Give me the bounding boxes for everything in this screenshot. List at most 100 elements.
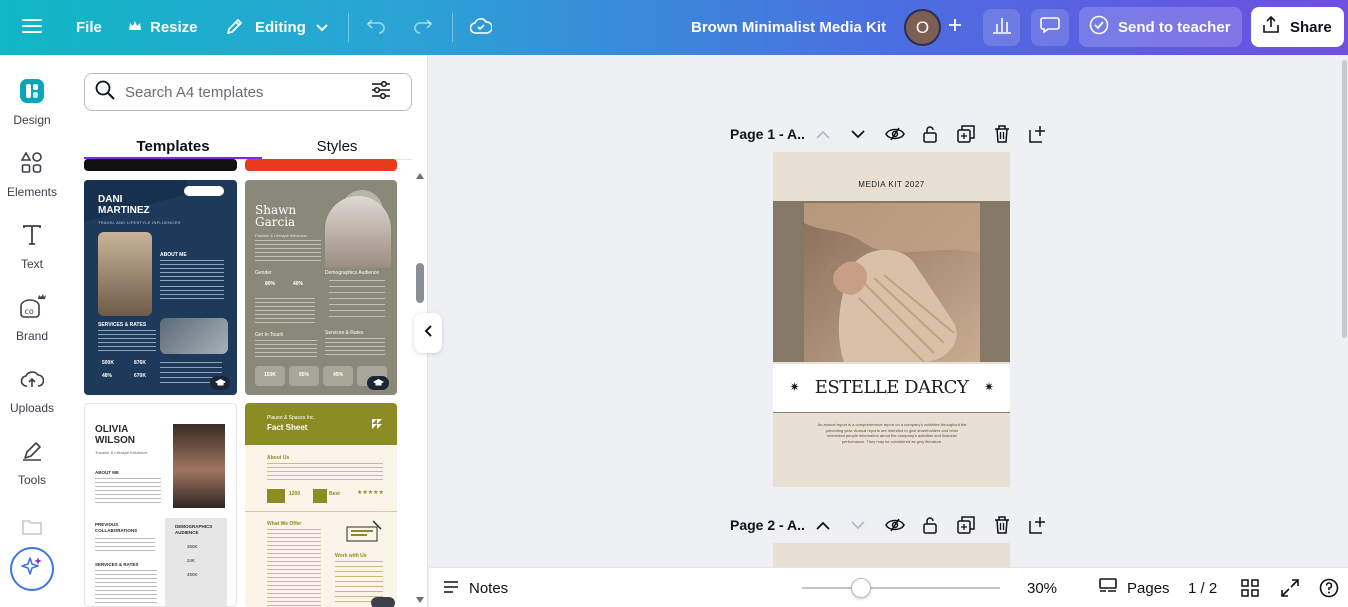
menu-button[interactable] bbox=[22, 0, 42, 55]
undo-icon bbox=[366, 18, 386, 38]
design-icon bbox=[12, 71, 52, 111]
notes-label: Notes bbox=[469, 579, 509, 597]
filter-icon[interactable] bbox=[371, 80, 391, 104]
search-box[interactable] bbox=[84, 73, 412, 111]
fullscreen-icon[interactable] bbox=[1281, 579, 1299, 601]
template-thumbnail[interactable]: Plaueo & Spaces Inc. Fact Sheet About Us… bbox=[245, 403, 397, 607]
template-name: OLIVIA WILSON bbox=[95, 424, 135, 446]
page-header-text[interactable]: MEDIA KIT 2027 bbox=[773, 180, 1010, 189]
lock-icon[interactable] bbox=[918, 122, 942, 146]
stat-value: 80% bbox=[265, 281, 276, 287]
template-subtitle: Fashion & Lifestyle Influencer bbox=[255, 233, 308, 238]
page-2-header[interactable]: Page 2 - A.. bbox=[730, 513, 805, 537]
panel-scroll-thumb[interactable] bbox=[416, 263, 424, 303]
template-thumbnail[interactable]: OLIVIA WILSON Traveler & Lifestyle Influ… bbox=[84, 403, 237, 607]
duplicate-icon[interactable] bbox=[954, 122, 978, 146]
save-status-button[interactable] bbox=[469, 0, 493, 55]
rail-item-label: Uploads bbox=[9, 401, 55, 415]
page-title[interactable]: Page 2 - A.. bbox=[730, 517, 805, 533]
template-name: Shawn Garcia bbox=[255, 203, 297, 229]
pages-button[interactable]: Pages bbox=[1099, 568, 1170, 607]
template-section: PREVIOUS COLLABORATIONS bbox=[95, 522, 138, 533]
page-title[interactable]: Page 1 - A.. bbox=[730, 126, 805, 142]
hide-eye-icon[interactable] bbox=[883, 513, 907, 537]
trash-icon[interactable] bbox=[990, 513, 1014, 537]
chevron-down-icon[interactable] bbox=[846, 513, 870, 537]
undo-button[interactable] bbox=[366, 0, 386, 55]
folder-icon bbox=[12, 507, 52, 547]
page-2-canvas[interactable] bbox=[773, 543, 1010, 567]
template-section: Work with Us bbox=[335, 553, 367, 559]
page-counter[interactable]: 1 / 2 bbox=[1188, 568, 1217, 607]
rail-item-uploads[interactable]: Uploads bbox=[0, 359, 64, 415]
template-section: About Us bbox=[267, 455, 290, 461]
insights-button[interactable] bbox=[983, 9, 1020, 46]
magic-assistant-button[interactable] bbox=[10, 547, 54, 591]
template-thumbnail[interactable]: DANI MARTINEZ TRAVEL AND LIFESTYLE INFLU… bbox=[84, 180, 237, 395]
template-thumbnail[interactable] bbox=[245, 159, 397, 171]
chevron-up-icon[interactable] bbox=[811, 513, 835, 537]
zoom-slider-track[interactable] bbox=[802, 587, 1000, 589]
rail-item-label: Brand bbox=[15, 329, 49, 343]
page-1-canvas[interactable]: MEDIA KIT 2027 ✷ ESTELLE DARCY ✷ An annu… bbox=[773, 152, 1010, 487]
notes-button[interactable]: Notes bbox=[443, 568, 508, 607]
rail-item-label: Tools bbox=[17, 473, 46, 487]
duplicate-icon[interactable] bbox=[954, 513, 978, 537]
rail-item-projects[interactable] bbox=[0, 507, 64, 549]
hide-eye-icon[interactable] bbox=[883, 122, 907, 146]
hero-photo bbox=[804, 203, 980, 362]
resize-label: Resize bbox=[150, 19, 198, 36]
panel-scrollbar[interactable] bbox=[414, 171, 426, 607]
send-to-teacher-button[interactable]: Send to teacher bbox=[1079, 7, 1242, 47]
add-page-icon[interactable] bbox=[1026, 122, 1050, 146]
stat-value: 500K bbox=[102, 360, 114, 366]
profile-photo bbox=[98, 232, 152, 316]
template-section: DEMOGRAPHICS AUDIENCE bbox=[175, 524, 213, 535]
bar-chart-icon bbox=[992, 16, 1012, 39]
avatar[interactable]: O bbox=[904, 9, 941, 46]
search-input[interactable] bbox=[125, 83, 365, 101]
person-name: ESTELLE DARCY bbox=[814, 377, 969, 398]
body-text[interactable]: An annual report is a comprehensive repo… bbox=[817, 422, 967, 444]
rail-item-text[interactable]: Text bbox=[0, 215, 64, 271]
file-menu-button[interactable]: File bbox=[76, 0, 102, 55]
rail-item-tools[interactable]: Tools bbox=[0, 431, 64, 487]
collapse-panel-button[interactable] bbox=[414, 313, 442, 353]
page-1-header[interactable]: Page 1 - A.. bbox=[730, 122, 805, 146]
zoom-slider-thumb[interactable] bbox=[851, 578, 871, 598]
template-thumbnail[interactable] bbox=[84, 159, 237, 171]
lock-icon[interactable] bbox=[918, 513, 942, 537]
star-rating-icon: ★★★★★ bbox=[357, 490, 384, 496]
canvas-scrollbar[interactable] bbox=[1342, 60, 1347, 338]
decor-pill bbox=[184, 186, 224, 196]
resize-button[interactable]: Resize bbox=[128, 0, 198, 55]
chevron-up-icon[interactable] bbox=[811, 122, 835, 146]
plus-icon bbox=[948, 18, 962, 37]
editing-mode-button[interactable]: Editing bbox=[225, 0, 328, 55]
share-button[interactable]: Share bbox=[1251, 7, 1344, 47]
rail-item-design[interactable]: Design bbox=[0, 71, 64, 127]
trash-icon[interactable] bbox=[990, 122, 1014, 146]
divider bbox=[773, 412, 1010, 413]
text-lines bbox=[255, 298, 315, 324]
profile-photo bbox=[173, 424, 225, 508]
redo-button[interactable] bbox=[413, 0, 433, 55]
chevron-down-icon[interactable] bbox=[846, 122, 870, 146]
sparkle-icon: ✷ bbox=[789, 380, 800, 394]
rail-item-elements[interactable]: Elements bbox=[0, 143, 64, 199]
grid-view-icon[interactable] bbox=[1241, 579, 1259, 601]
stat-icon bbox=[267, 489, 285, 503]
add-collaborator-button[interactable] bbox=[941, 9, 969, 46]
template-section: SERVICES & RATES bbox=[98, 322, 147, 328]
help-icon[interactable] bbox=[1319, 578, 1339, 602]
document-title[interactable]: Brown Minimalist Media Kit bbox=[691, 0, 886, 55]
template-thumbnail[interactable]: Shawn Garcia Fashion & Lifestyle Influen… bbox=[245, 180, 397, 395]
divider bbox=[245, 511, 397, 512]
tab-styles[interactable]: Styles bbox=[248, 131, 426, 161]
name-heading[interactable]: ✷ ESTELLE DARCY ✷ bbox=[773, 377, 1010, 398]
comments-button[interactable] bbox=[1031, 9, 1069, 46]
add-page-icon[interactable] bbox=[1026, 513, 1050, 537]
zoom-level[interactable]: 30% bbox=[1027, 568, 1057, 607]
rail-item-brand[interactable]: co Brand bbox=[0, 287, 64, 343]
left-rail: Design Elements Text co Brand Uploads To… bbox=[0, 55, 64, 607]
